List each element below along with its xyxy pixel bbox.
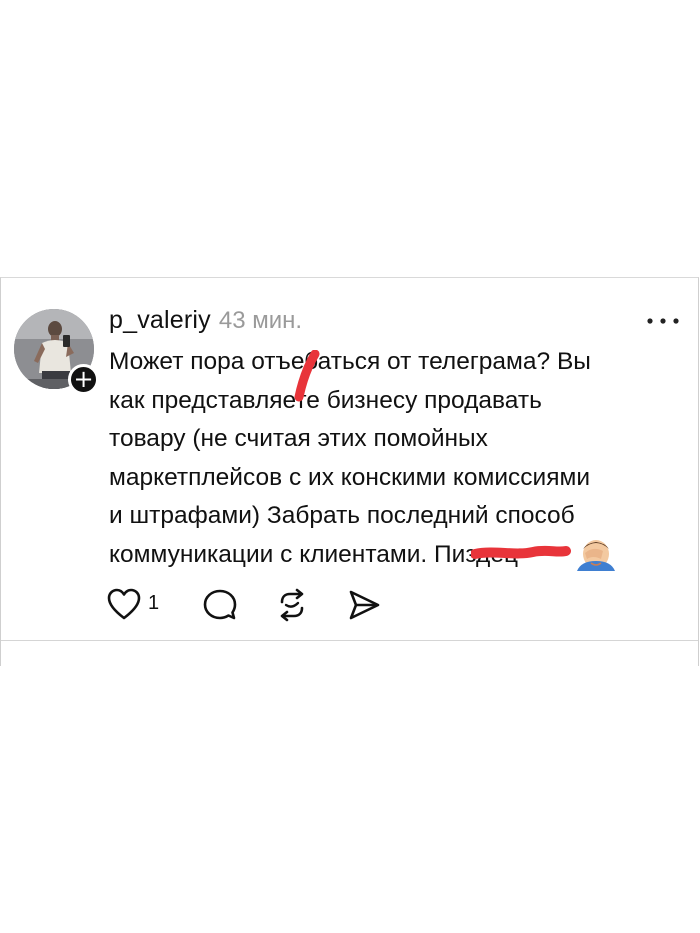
follow-button[interactable]: + (68, 364, 99, 395)
post-text-line: и штрафами) Забрать последний способ (109, 502, 575, 529)
heart-icon[interactable] (106, 588, 142, 622)
plus-icon: + (73, 365, 94, 393)
send-icon[interactable] (346, 588, 382, 622)
post-text-line: маркетплейсов с их конскими комиссиями (109, 463, 591, 491)
username[interactable]: p_valeriy (109, 306, 211, 334)
post-text-line: товару (не считая этих помойных (109, 425, 488, 452)
post-text-line: как представляете бизнесу продавать (109, 386, 542, 414)
repost-icon[interactable] (274, 588, 310, 622)
like-count: 1 (148, 592, 160, 614)
card-bottom-divider (1, 640, 698, 641)
comment-icon[interactable] (202, 588, 238, 622)
more-options-icon[interactable] (645, 316, 681, 326)
post-card: + p_valeriy 43 мин. Может пора отъебаться… (0, 277, 699, 666)
facepalm-man-emoji (577, 540, 615, 571)
post-time: 43 мин. (218, 307, 303, 334)
post-header: p_valeriy 43 мин. (109, 306, 302, 340)
post-text-line: Может пора отъебаться от телеграма? Вы (109, 348, 591, 375)
post-actions: 1 (106, 588, 406, 622)
